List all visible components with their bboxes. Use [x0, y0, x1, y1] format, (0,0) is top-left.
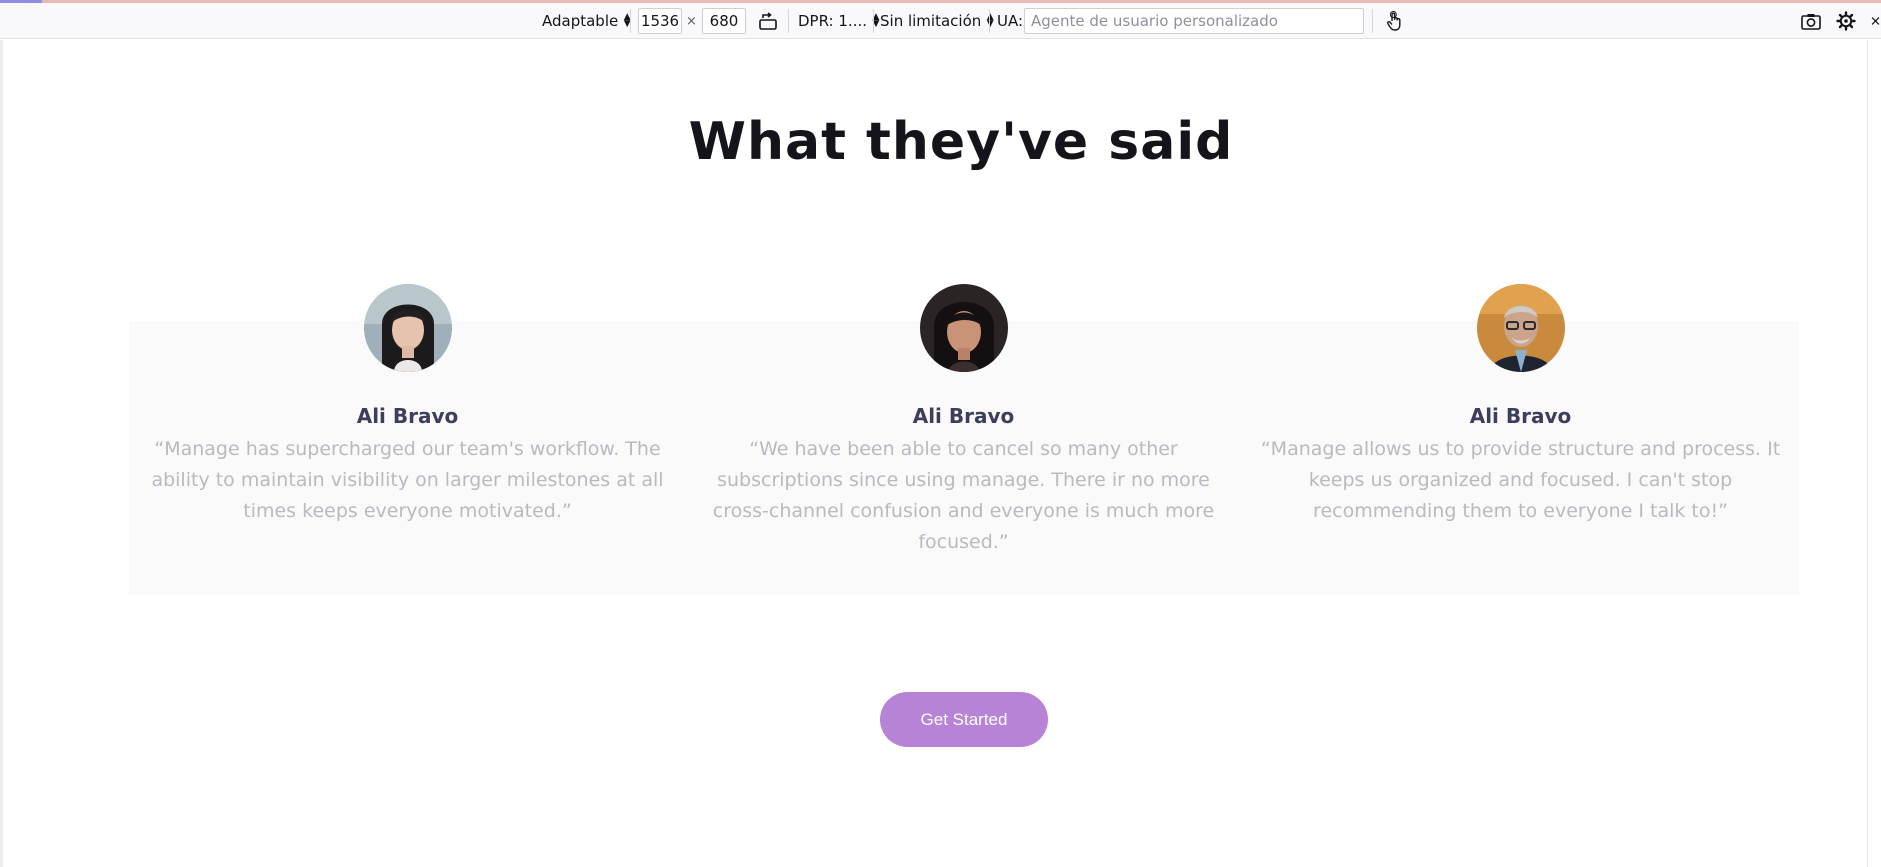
viewport-height-input[interactable]: 680 [702, 8, 746, 34]
get-started-button[interactable]: Get Started [880, 692, 1048, 747]
avatar [919, 284, 1008, 372]
testimonial-name: Ali Bravo [912, 404, 1015, 428]
toolbar-divider [1372, 9, 1373, 33]
avatar [1476, 284, 1565, 372]
camera-icon [1801, 13, 1821, 30]
gear-icon [1836, 11, 1856, 31]
device-selector[interactable]: Adaptable ▲ ▼ [542, 3, 631, 39]
testimonial-quote: “We have been able to cancel so many oth… [712, 438, 1215, 553]
touch-simulation-button[interactable] [1380, 3, 1408, 39]
rotate-icon [759, 12, 777, 30]
select-arrows-icon: ▲ ▼ [986, 12, 994, 29]
network-throttle-label: Sin limitación [880, 12, 982, 30]
testimonial-card: Ali Bravo “We have been able to cancel s… [686, 284, 1241, 558]
dpr-selector-label: DPR: 1.... [798, 12, 867, 30]
user-agent-input[interactable]: Agente de usuario personalizado [1024, 8, 1364, 34]
viewport-height-value: 680 [709, 12, 739, 30]
network-throttle-selector[interactable]: Sin limitación ▲ ▼ [880, 3, 994, 39]
toolbar-divider [989, 9, 990, 33]
testimonial-quote: “Manage has supercharged our team's work… [151, 438, 664, 522]
toolbar-divider [788, 9, 789, 33]
dpr-selector[interactable]: DPR: 1.... ▲ ▼ [798, 3, 880, 39]
toolbar-divider [873, 9, 874, 33]
avatar [363, 284, 452, 372]
rotate-viewport-button[interactable] [754, 3, 782, 39]
touch-hand-icon [1387, 11, 1401, 31]
close-rdm-button[interactable] [1870, 3, 1881, 39]
dimension-times-sign: × [686, 13, 697, 29]
testimonial-name: Ali Bravo [1469, 404, 1572, 428]
settings-button[interactable] [1833, 3, 1859, 39]
testimonial-card: Ali Bravo “Manage has supercharged our t… [130, 284, 685, 527]
section-heading: What they've said [688, 112, 1234, 172]
viewport-right-edge [1867, 40, 1881, 867]
testimonial-card: Ali Bravo “Manage allows us to provide s… [1243, 284, 1798, 527]
screenshot-button[interactable] [1798, 3, 1824, 39]
testimonial-quote: “Manage allows us to provide structure a… [1260, 438, 1781, 522]
avatar-woman-portrait [919, 284, 1008, 372]
viewport-width-value: 1536 [640, 12, 680, 30]
user-agent-label: UA: [997, 12, 1024, 30]
avatar-man-portrait [1476, 284, 1565, 372]
responsive-design-toolbar: Adaptable ▲ ▼ 1536 × 680 DPR: 1.... ▲ ▼ Si… [0, 3, 1881, 39]
user-agent-placeholder: Agente de usuario personalizado [1031, 12, 1278, 30]
avatar-woman-portrait [363, 284, 452, 372]
viewport-width-input[interactable]: 1536 [638, 8, 682, 34]
testimonial-name: Ali Bravo [356, 404, 459, 428]
close-icon [1871, 17, 1880, 25]
toolbar-divider [630, 9, 631, 33]
device-selector-label: Adaptable [542, 12, 619, 30]
